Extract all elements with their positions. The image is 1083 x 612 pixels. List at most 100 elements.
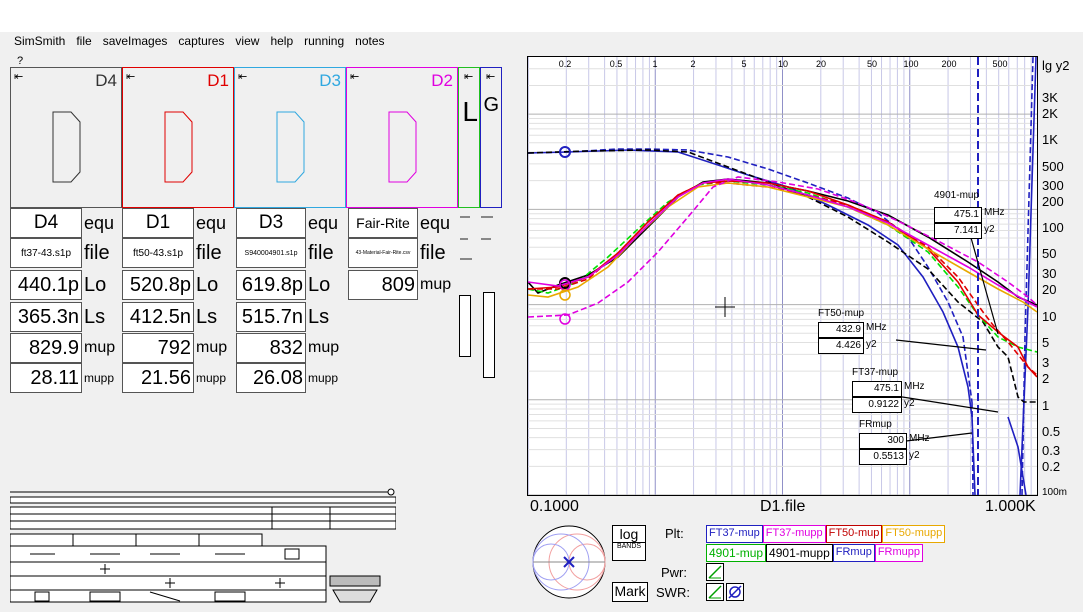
collapse-arrow-icon[interactable]: ⇤ — [238, 70, 247, 83]
y-tick: 20 — [1042, 282, 1057, 297]
x-axis-start: 0.1000 — [530, 498, 579, 515]
ls-field-d1[interactable]: 412.5n — [122, 302, 194, 332]
unit-equ: equ — [308, 212, 339, 233]
lo-field-d4[interactable]: 440.1p — [10, 270, 82, 300]
panel-label-l: L — [462, 96, 478, 127]
marker-y2-ft50: 4.426 — [818, 338, 864, 354]
panel-d2[interactable]: ⇤ D2 — [346, 67, 458, 208]
mupp-field-d4[interactable]: 28.11 — [10, 363, 82, 393]
unit-file: file — [308, 241, 334, 264]
ls-field-d3[interactable]: 515.7n — [236, 302, 306, 332]
plt-ft37-mup[interactable]: FT37-mup — [706, 525, 763, 543]
unit-mup: mup — [84, 339, 116, 356]
menu-simsmith[interactable]: SimSmith — [8, 32, 70, 52]
plt-frmupp[interactable]: FRmupp — [874, 544, 924, 562]
menu-captures[interactable]: captures — [172, 32, 229, 52]
unit-ls: Ls — [308, 305, 330, 328]
unit-mupp: mupp — [196, 371, 227, 385]
marker-value-ft37: 475.1 — [852, 381, 902, 397]
file-field-d2[interactable]: 43-Material-Fair-Rite.csv — [348, 238, 418, 268]
name-field-d2[interactable]: Fair-Rite — [348, 208, 418, 238]
plt-ft50-mup[interactable]: FT50-mup — [825, 525, 883, 543]
mup-field-d2[interactable]: 809 — [348, 270, 418, 300]
file-field-d3[interactable]: S940004901.s1p — [236, 238, 306, 268]
panel-label-d4: D4 — [95, 71, 117, 90]
marker-y2label-4901: y2 — [984, 224, 995, 235]
y-tick: 500 — [1042, 159, 1064, 174]
y-tick: 0.3 — [1042, 443, 1061, 458]
device-symbol-icon — [388, 111, 417, 183]
name-field-d1[interactable]: D1 — [122, 208, 194, 238]
unit-lo: Lo — [308, 273, 331, 296]
plt-ft37-mupp[interactable]: FT37-mupp — [762, 525, 826, 543]
plot-area[interactable]: 4901-mup 475.1 MHz 7.141 y2 FT50-mup 432… — [527, 56, 1038, 496]
log-bands-button[interactable]: log BANDS — [612, 525, 646, 561]
panel-load[interactable]: ⇤ L — [458, 67, 480, 208]
collapse-arrow-icon[interactable]: ⇤ — [350, 70, 359, 83]
plt-ft50-mupp[interactable]: FT50-mupp — [882, 525, 946, 543]
g-slider[interactable] — [483, 292, 495, 378]
lo-field-d1[interactable]: 520.8p — [122, 270, 194, 300]
mup-field-d1[interactable]: 792 — [122, 333, 194, 363]
file-field-d4[interactable]: ft37-43.s1p — [10, 238, 82, 268]
menu-saveimages[interactable]: saveImages — [97, 32, 173, 52]
schematic-toolbox[interactable] — [9, 487, 397, 603]
unit-mupp: mupp — [84, 371, 115, 385]
swr-toggle-1[interactable] — [706, 583, 724, 601]
menu-file[interactable]: file — [70, 32, 96, 52]
marker-title-ft37: FT37-mup — [852, 367, 899, 378]
unit-ls: Ls — [84, 305, 106, 328]
menu-help[interactable]: help — [264, 32, 298, 52]
name-field-d3[interactable]: D3 — [236, 208, 306, 238]
swr-label: SWR: — [656, 585, 690, 600]
x-tick-top: 50 — [866, 59, 878, 69]
panel-d4[interactable]: ⇤ D4 — [10, 67, 122, 208]
mupp-field-d3[interactable]: 26.08 — [236, 363, 306, 393]
panel-generator[interactable]: ⇤ G — [480, 67, 502, 208]
menu-running[interactable]: running — [298, 32, 349, 52]
y-tick: 1 — [1042, 398, 1050, 413]
panel-d3[interactable]: ⇤ D3 — [234, 67, 346, 208]
mark-button[interactable]: Mark — [612, 582, 648, 602]
file-field-d1[interactable]: ft50-43.s1p — [122, 238, 194, 268]
unit-mup: mup — [308, 339, 340, 356]
panel-d1[interactable]: ⇤ D1 — [122, 67, 234, 208]
panel-label-d2: D2 — [431, 71, 453, 90]
y-tick: 100 — [1042, 220, 1064, 235]
l-slider[interactable] — [459, 295, 471, 357]
marker-value-frmup: 300 — [859, 433, 907, 449]
plt-4901-mupp[interactable]: 4901-mupp — [766, 544, 833, 562]
collapse-arrow-icon[interactable]: ⇤ — [14, 70, 23, 83]
collapse-arrow-icon[interactable]: ⇤ — [126, 70, 135, 83]
y-tick: 300 — [1042, 178, 1064, 193]
smith-chart-thumbnail[interactable] — [531, 524, 607, 600]
unit-file: file — [196, 241, 222, 264]
marker-y2label-ft37: y2 — [904, 398, 915, 409]
y-tick: 2 — [1042, 371, 1050, 386]
name-field-d4[interactable]: D4 — [10, 208, 82, 238]
plt-row-2: 4901-mup 4901-mupp FRmup FRmupp — [706, 544, 924, 562]
mup-field-d4[interactable]: 829.9 — [10, 333, 82, 363]
device-symbol-icon — [164, 111, 193, 183]
unit-equ: equ — [420, 212, 451, 233]
plot-canvas[interactable] — [527, 56, 1038, 496]
marker-unit-frmup: MHz — [909, 433, 930, 444]
y-tick: 1K — [1042, 132, 1058, 147]
menu-notes[interactable]: notes — [349, 32, 389, 52]
mup-field-d3[interactable]: 832 — [236, 333, 306, 363]
x-tick-top: 10 — [777, 59, 789, 69]
lo-field-d3[interactable]: 619.8p — [236, 270, 306, 300]
swr-toggle-2[interactable] — [726, 583, 744, 601]
mupp-field-d1[interactable]: 21.56 — [122, 363, 194, 393]
menu-view[interactable]: view — [229, 32, 264, 52]
unit-equ: equ — [84, 212, 115, 233]
collapse-arrow-icon[interactable]: ⇤ — [486, 70, 495, 83]
pwr-toggle[interactable] — [706, 563, 724, 581]
plt-4901-mup[interactable]: 4901-mup — [706, 544, 767, 562]
ls-field-d4[interactable]: 365.3n — [10, 302, 82, 332]
plt-frmup[interactable]: FRmup — [832, 544, 875, 562]
marker-y2-ft37: 0.9122 — [852, 397, 902, 413]
help-mark[interactable]: ? — [17, 55, 23, 67]
marker-value-4901: 475.1 — [934, 207, 982, 223]
collapse-arrow-icon[interactable]: ⇤ — [464, 70, 473, 83]
